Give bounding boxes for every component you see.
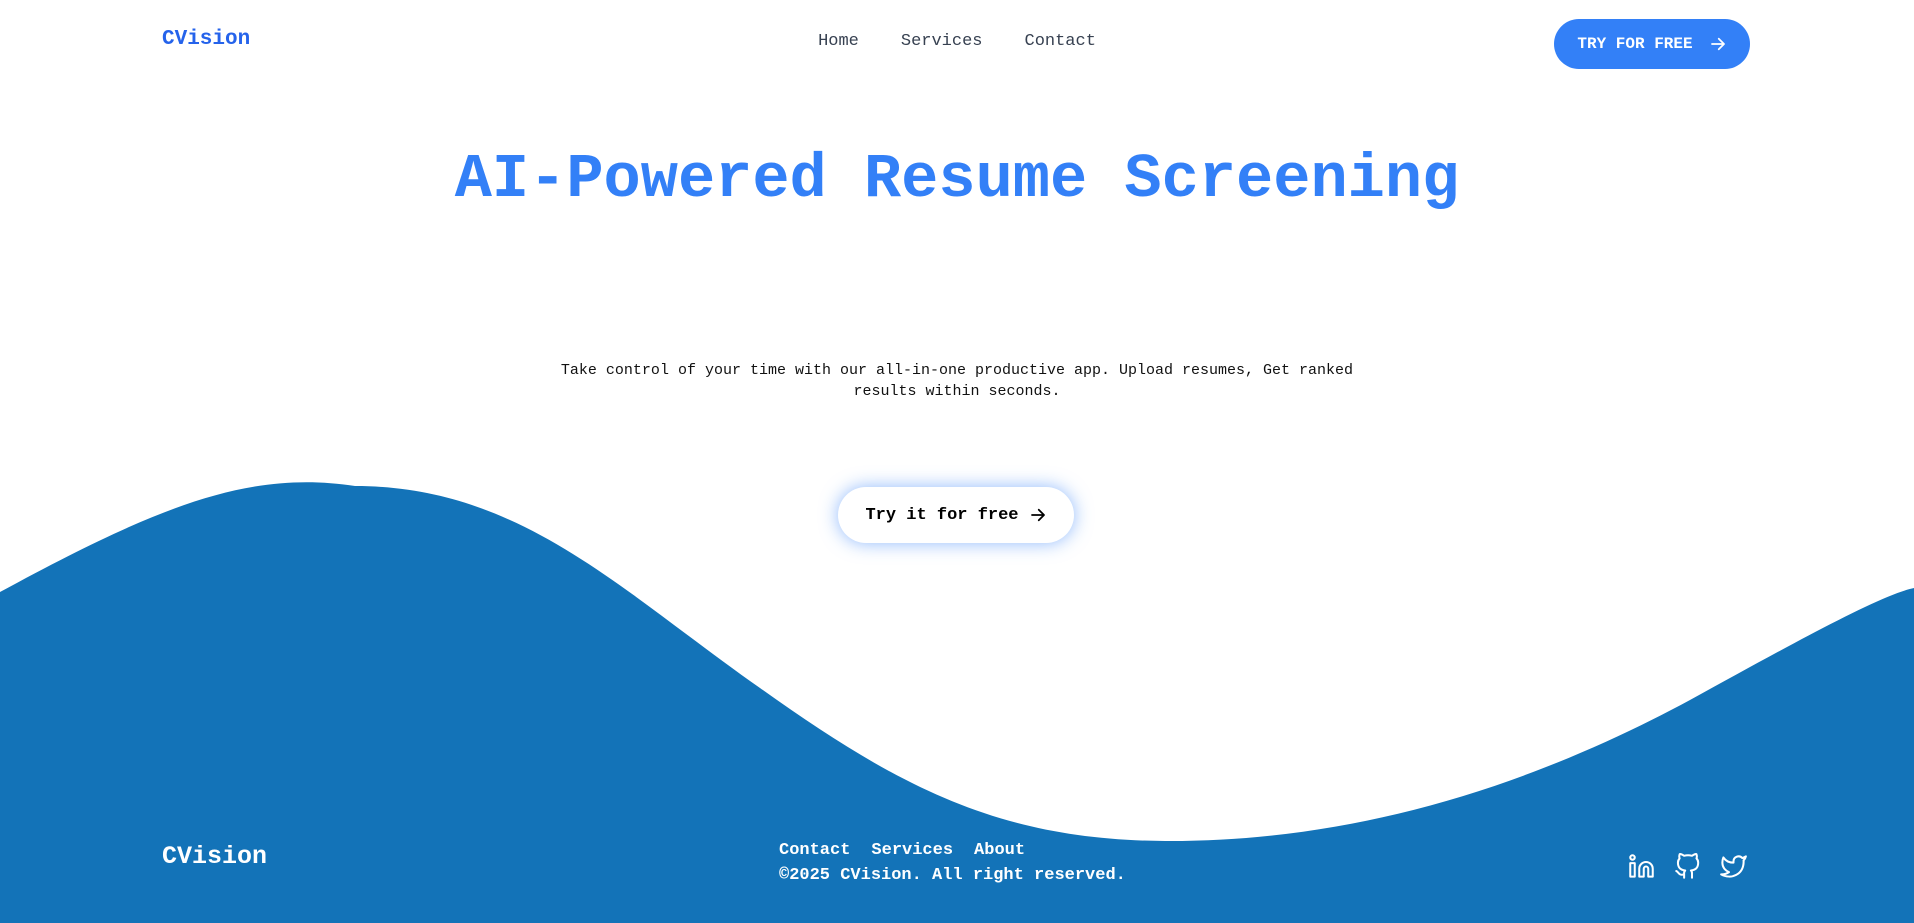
footer-copyright: ©2025 CVision. All right reserved. <box>779 866 1126 885</box>
arrow-right-icon <box>1029 506 1047 524</box>
footer-links: Contact Services About <box>779 841 1025 860</box>
try-it-free-button[interactable]: Try it for free <box>838 487 1074 543</box>
linkedin-icon[interactable] <box>1628 853 1655 880</box>
top-navigation: CVision Home Services Contact TRY FOR FR… <box>0 0 1914 86</box>
hero-subtitle: Take control of your time with our all-i… <box>560 362 1354 400</box>
arrow-right-icon <box>1709 35 1727 53</box>
social-links <box>1628 853 1747 880</box>
footer-link-contact[interactable]: Contact <box>779 841 850 860</box>
hero-title: AI-Powered Resume Screening <box>454 144 1460 215</box>
nav-link-home[interactable]: Home <box>818 32 859 51</box>
github-icon[interactable] <box>1674 853 1701 880</box>
footer-link-about[interactable]: About <box>974 841 1025 860</box>
nav-link-contact[interactable]: Contact <box>1025 32 1096 51</box>
try-for-free-button[interactable]: TRY FOR FREE <box>1554 19 1750 69</box>
twitter-icon[interactable] <box>1720 853 1747 880</box>
try-it-free-label: Try it for free <box>865 505 1019 525</box>
nav-link-services[interactable]: Services <box>901 32 983 51</box>
background-wave <box>0 482 1914 923</box>
footer-logo[interactable]: CVision <box>162 842 267 871</box>
try-for-free-label: TRY FOR FREE <box>1577 35 1693 53</box>
footer-link-services[interactable]: Services <box>871 841 953 860</box>
